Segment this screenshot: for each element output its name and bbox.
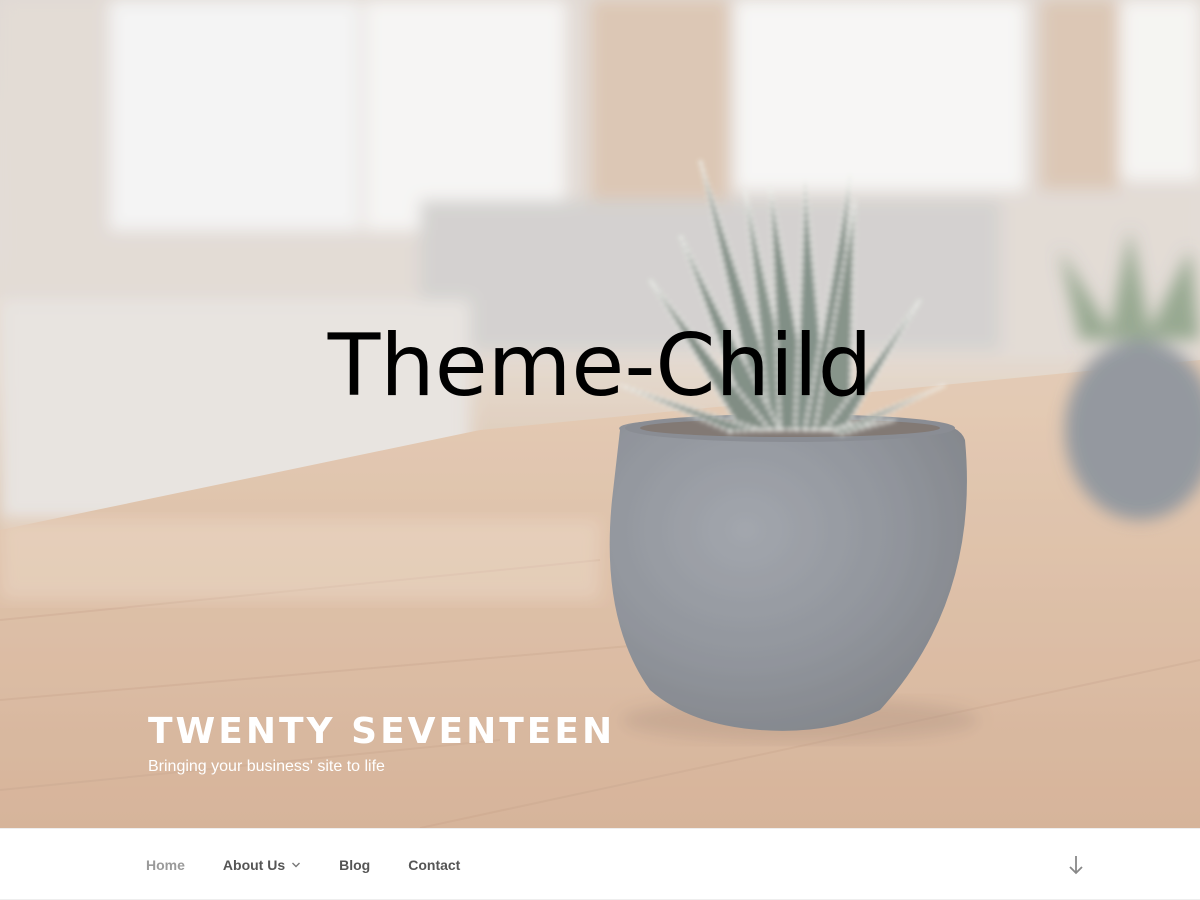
overlay-heading: Theme-Child (327, 316, 873, 416)
menu-item-label: Contact (408, 857, 461, 873)
site-branding: Twenty Seventeen Bringing your business'… (148, 710, 615, 778)
main-navigation: Home About Us Blog Contact (0, 828, 1200, 900)
menu-item-label: Home (146, 857, 185, 873)
menu-item-label: Blog (339, 857, 371, 873)
menu-item-blog[interactable]: Blog (320, 845, 389, 885)
top-menu: Home About Us Blog Contact (127, 829, 479, 900)
site-title-link[interactable]: Twenty Seventeen (148, 710, 615, 754)
menu-item-about-us[interactable]: About Us (204, 845, 320, 885)
custom-header-media: Theme-Child Twenty Seventeen Bringing yo… (0, 0, 1200, 828)
menu-item-home[interactable]: Home (127, 845, 204, 885)
scroll-down-button[interactable] (1064, 851, 1088, 879)
menu-item-contact[interactable]: Contact (389, 845, 479, 885)
site-description: Bringing your business' site to life (148, 758, 385, 775)
arrow-down-icon (1069, 856, 1083, 875)
chevron-down-icon (291, 861, 301, 869)
menu-item-label: About Us (222, 857, 286, 873)
